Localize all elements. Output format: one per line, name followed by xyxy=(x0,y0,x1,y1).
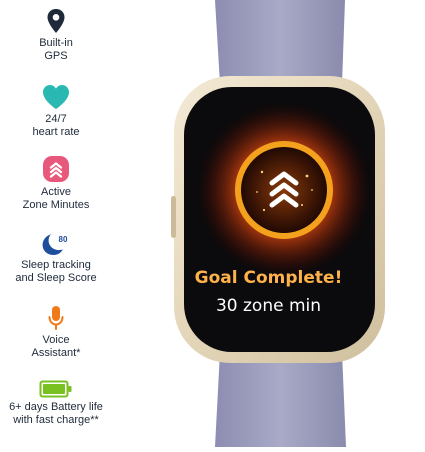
feature-active-zone-label: Active Zone Minutes xyxy=(22,186,90,211)
feature-gps-label: Built-in GPS xyxy=(39,37,73,62)
heart-icon xyxy=(43,85,69,109)
feature-gps: Built-in GPS xyxy=(0,8,112,63)
feature-list: Built-in GPS 24/7 heart rate Active Zone… xyxy=(0,0,112,447)
feature-voice-label: Voice Assistant* xyxy=(31,334,81,359)
location-pin-icon xyxy=(47,9,65,33)
watch-band-bottom xyxy=(215,352,346,447)
goal-ring xyxy=(235,141,333,239)
watch-graphic xyxy=(171,0,385,447)
active-zone-icon xyxy=(43,156,69,182)
feature-heart-rate: 24/7 heart rate xyxy=(0,84,112,139)
microphone-icon xyxy=(48,306,64,330)
feature-heart-rate-label: 24/7 heart rate xyxy=(32,113,80,138)
zone-minutes-text: 30 zone min xyxy=(215,296,322,316)
watch-illustration: Goal Complete! 30 zone min xyxy=(112,0,425,447)
feature-sleep: 80 Sleep tracking and Sleep Score xyxy=(0,232,112,285)
sleep-score-badge: 80 xyxy=(59,235,68,244)
battery-icon xyxy=(39,380,72,398)
goal-complete-text: Goal Complete! xyxy=(194,268,343,288)
feature-active-zone: Active Zone Minutes xyxy=(0,155,112,212)
sleep-moon-icon: 80 xyxy=(42,234,68,255)
feature-sleep-label: Sleep tracking and Sleep Score xyxy=(15,259,97,284)
feature-voice: Voice Assistant* xyxy=(0,305,112,360)
feature-battery: 6+ days Battery life with fast charge** xyxy=(0,380,112,427)
feature-battery-label: 6+ days Battery life with fast charge** xyxy=(9,401,103,426)
watch-side-button[interactable] xyxy=(171,196,176,238)
watch-band-top xyxy=(215,0,345,84)
